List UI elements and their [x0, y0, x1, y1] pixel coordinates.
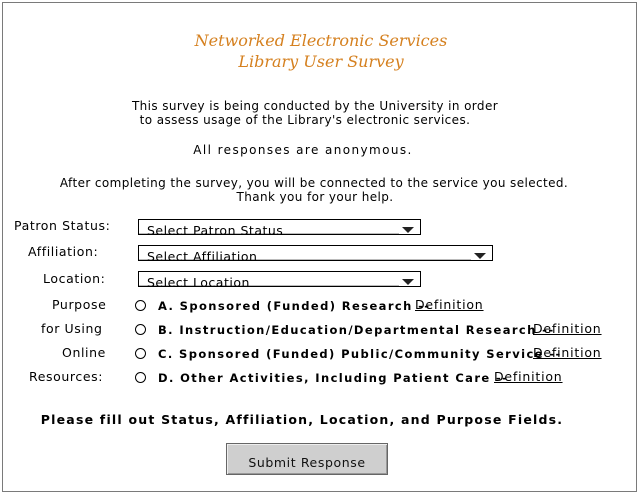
anonymous-note: All responses are anonymous. — [193, 143, 413, 157]
purpose-a-definition-link[interactable]: Definition — [415, 297, 484, 312]
submit-response-button[interactable]: Submit Response — [226, 443, 388, 475]
purpose-label-3: Online — [62, 345, 106, 360]
purpose-label-1: Purpose — [52, 297, 107, 312]
purpose-d-radio[interactable] — [135, 372, 146, 383]
chevron-down-icon — [402, 227, 414, 233]
purpose-label-4: Resources: — [29, 369, 104, 384]
intro-line2: to assess usage of the Library's electro… — [139, 113, 471, 127]
intro-line1: This survey is being conducted by the Un… — [131, 99, 499, 113]
after-note-line1: After completing the survey, you will be… — [59, 176, 569, 190]
patron-status-label: Patron Status: — [14, 218, 111, 233]
survey-title-line2: Library User Survey — [238, 52, 404, 71]
location-value: Select Location — [147, 275, 250, 287]
purpose-c-radio[interactable] — [135, 348, 146, 359]
affiliation-select[interactable]: Select Affiliation — [138, 245, 493, 261]
affiliation-label: Affiliation: — [28, 244, 99, 259]
location-label: Location: — [43, 271, 106, 286]
patron-status-arrow-box — [399, 220, 420, 234]
survey-title-line1: Networked Electronic Services — [194, 31, 448, 50]
purpose-d-definition-link[interactable]: Definition — [494, 369, 563, 384]
purpose-d-text: D. Other Activities, Including Patient C… — [158, 371, 509, 385]
purpose-c-definition-link[interactable]: Definition — [533, 345, 602, 360]
purpose-b-radio[interactable] — [135, 324, 146, 335]
location-arrow-box — [399, 272, 420, 286]
purpose-c-text: C. Sponsored (Funded) Public/Community S… — [158, 347, 562, 361]
purpose-b-text: B. Instruction/Education/Departmental Re… — [158, 323, 555, 337]
purpose-label-2: for Using — [41, 321, 103, 336]
affiliation-arrow-box — [471, 246, 492, 260]
after-note-line2: Thank you for your help. — [236, 190, 394, 204]
location-select[interactable]: Select Location — [138, 271, 421, 287]
purpose-a-text: A. Sponsored (Funded) Research -- — [158, 299, 431, 313]
chevron-down-icon — [474, 253, 486, 259]
affiliation-value: Select Affiliation — [147, 249, 258, 261]
purpose-a-radio[interactable] — [135, 300, 146, 311]
purpose-b-definition-link[interactable]: Definition — [533, 321, 602, 336]
patron-status-select[interactable]: Select Patron Status — [138, 219, 421, 235]
patron-status-value: Select Patron Status — [147, 223, 284, 235]
required-fields-notice: Please fill out Status, Affiliation, Loc… — [40, 412, 564, 427]
chevron-down-icon — [402, 279, 414, 285]
